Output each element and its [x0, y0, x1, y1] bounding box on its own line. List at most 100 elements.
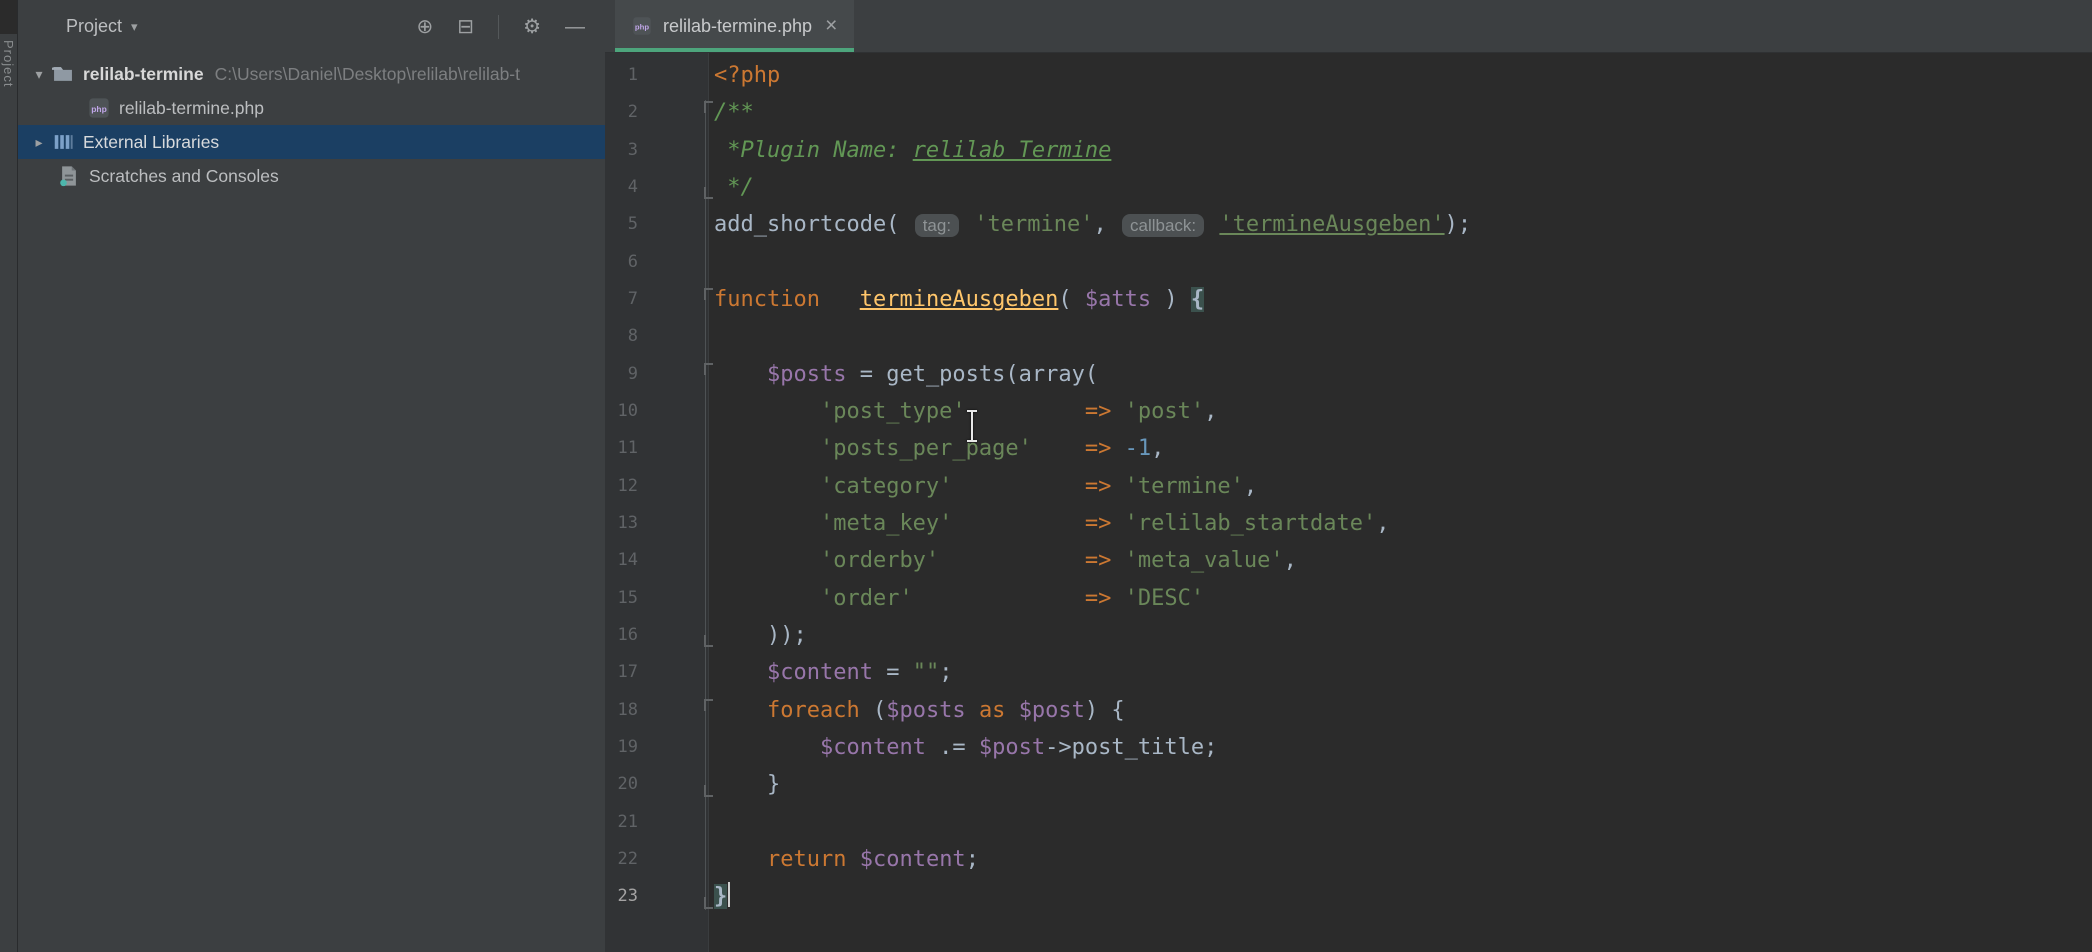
- code-text: <?php: [714, 57, 780, 94]
- scratches-icon: [58, 165, 80, 187]
- line-number: 1: [605, 57, 638, 94]
- code-line-15[interactable]: 15 'order' => 'DESC': [605, 580, 2092, 617]
- code-line-2[interactable]: 2 /**: [605, 94, 2092, 131]
- line-number: 5: [605, 206, 638, 243]
- code-line-16[interactable]: 16 ));: [605, 617, 2092, 654]
- code-line-22[interactable]: 22 return $content;: [605, 841, 2092, 878]
- fold-zone: [638, 393, 714, 430]
- hide-panel-icon[interactable]: —: [565, 17, 585, 37]
- code-text: */: [714, 169, 754, 206]
- line-number: 10: [605, 393, 638, 430]
- php-file-icon: php: [632, 16, 652, 36]
- code-line-18[interactable]: 18 foreach ($posts as $post) {: [605, 692, 2092, 729]
- project-tool-window: Project ▾ ⊕ ⊟ ⚙ — ▾relilab-termineC:\Users\…: [18, 0, 605, 952]
- fold-marker-icon[interactable]: [704, 699, 713, 711]
- code-line-9[interactable]: 9 $posts = get_posts(array(: [605, 356, 2092, 393]
- editor-area: php relilab-termine.php × 1 <?php 2 /**3 *P…: [605, 0, 2092, 952]
- chevron-right-icon[interactable]: ▸: [26, 134, 52, 151]
- code-text: foreach ($posts as $post) {: [714, 692, 1125, 729]
- fold-zone: [638, 244, 714, 281]
- code-line-14[interactable]: 14 'orderby' => 'meta_value',: [605, 542, 2092, 579]
- project-panel-header: Project ▾ ⊕ ⊟ ⚙ —: [18, 0, 605, 53]
- code-text: 'posts_per_page' => -1,: [714, 430, 1164, 467]
- fold-marker-icon[interactable]: [704, 635, 713, 647]
- code-line-13[interactable]: 13 'meta_key' => 'relilab_startdate',: [605, 505, 2092, 542]
- tree-item-label: External Libraries: [83, 132, 219, 153]
- folder-icon: [52, 63, 74, 85]
- fold-zone: [638, 430, 714, 467]
- code-line-11[interactable]: 11 'posts_per_page' => -1,: [605, 430, 2092, 467]
- line-number: 15: [605, 580, 638, 617]
- fold-zone: [638, 318, 714, 355]
- collapse-all-icon[interactable]: ⊟: [457, 17, 474, 37]
- code-line-19[interactable]: 19 $content .= $post->post_title;: [605, 729, 2092, 766]
- line-number: 22: [605, 841, 638, 878]
- fold-zone: [638, 654, 714, 691]
- line-number: 2: [605, 94, 638, 131]
- fold-zone: [638, 841, 714, 878]
- code-line-1[interactable]: 1 <?php: [605, 57, 2092, 94]
- code-line-21[interactable]: 21: [605, 804, 2092, 841]
- code-line-4[interactable]: 4 */: [605, 169, 2092, 206]
- tree-item-external-libraries[interactable]: ▸ External Libraries: [18, 125, 605, 159]
- tree-item-relilab-termine-folder[interactable]: ▾relilab-termineC:\Users\Daniel\Desktop\…: [18, 57, 605, 91]
- line-number: 11: [605, 430, 638, 467]
- code-line-23[interactable]: 23}: [605, 878, 2092, 915]
- editor-tab-relilab-termine-php[interactable]: php relilab-termine.php ×: [615, 0, 854, 52]
- fold-marker-icon[interactable]: [704, 785, 713, 797]
- code-text: ));: [714, 617, 807, 654]
- text-caret: [728, 882, 730, 907]
- code-text: }: [714, 878, 730, 915]
- code-text: $content .= $post->post_title;: [714, 729, 1217, 766]
- line-number: 9: [605, 356, 638, 393]
- chevron-down-icon[interactable]: ▾: [26, 66, 52, 83]
- fold-marker-icon[interactable]: [704, 187, 713, 199]
- gear-icon[interactable]: ⚙: [523, 17, 541, 37]
- code-text: return $content;: [714, 841, 979, 878]
- code-line-12[interactable]: 12 'category' => 'termine',: [605, 468, 2092, 505]
- code-text: $content = "";: [714, 654, 952, 691]
- fold-zone: [638, 206, 714, 243]
- svg-text:php: php: [635, 23, 649, 32]
- fold-marker-icon[interactable]: [704, 288, 713, 300]
- code-line-20[interactable]: 20 }: [605, 766, 2092, 803]
- code-text: 'meta_key' => 'relilab_startdate',: [714, 505, 1390, 542]
- fold-zone: [638, 132, 714, 169]
- fold-marker-icon[interactable]: [704, 897, 713, 909]
- code-line-5[interactable]: 5add_shortcode( tag: 'termine', callback…: [605, 206, 2092, 243]
- project-panel-toolbar: ⊕ ⊟ ⚙ —: [417, 15, 589, 39]
- locate-file-icon[interactable]: ⊕: [417, 17, 434, 37]
- tree-item-relilab-termine-php[interactable]: phprelilab-termine.php: [18, 91, 605, 125]
- code-line-6[interactable]: 6: [605, 244, 2092, 281]
- fold-zone: [638, 505, 714, 542]
- fold-zone: [638, 878, 714, 915]
- fold-marker-icon[interactable]: [704, 101, 713, 113]
- code-line-7[interactable]: 7function termineAusgeben( $atts ) {: [605, 281, 2092, 318]
- code-editor[interactable]: 1 <?php 2 /**3 *Plugin Name: relilab Termin…: [605, 53, 2092, 952]
- code-text: /**: [714, 94, 754, 131]
- tool-window-stripe: Project: [0, 0, 18, 952]
- code-text: 'order' => 'DESC': [714, 580, 1204, 617]
- tree-item-path: C:\Users\Daniel\Desktop\relilab\relilab-…: [215, 64, 520, 85]
- close-tab-icon[interactable]: ×: [825, 14, 837, 38]
- code-text: }: [714, 766, 780, 803]
- code-line-3[interactable]: 3 *Plugin Name: relilab Termine: [605, 132, 2092, 169]
- fold-zone: [638, 580, 714, 617]
- code-text: 'category' => 'termine',: [714, 468, 1257, 505]
- code-line-8[interactable]: 8: [605, 318, 2092, 355]
- line-number: 8: [605, 318, 638, 355]
- mouse-ibeam-cursor: [963, 410, 981, 442]
- tree-item-scratches-and-consoles[interactable]: Scratches and Consoles: [18, 159, 605, 193]
- line-number: 14: [605, 542, 638, 579]
- project-view-dropdown[interactable]: Project ▾: [66, 16, 138, 37]
- php-file-icon: php: [88, 97, 110, 119]
- code-line-17[interactable]: 17 $content = "";: [605, 654, 2092, 691]
- line-number: 13: [605, 505, 638, 542]
- fold-marker-icon[interactable]: [704, 363, 713, 375]
- tree-item-label: Scratches and Consoles: [89, 166, 279, 187]
- code-line-10[interactable]: 10 'post_type' => 'post',: [605, 393, 2092, 430]
- svg-text:php: php: [91, 104, 107, 114]
- line-number: 21: [605, 804, 638, 841]
- editor-tab-bar: php relilab-termine.php ×: [605, 0, 2092, 53]
- project-stripe-label[interactable]: Project: [1, 40, 16, 87]
